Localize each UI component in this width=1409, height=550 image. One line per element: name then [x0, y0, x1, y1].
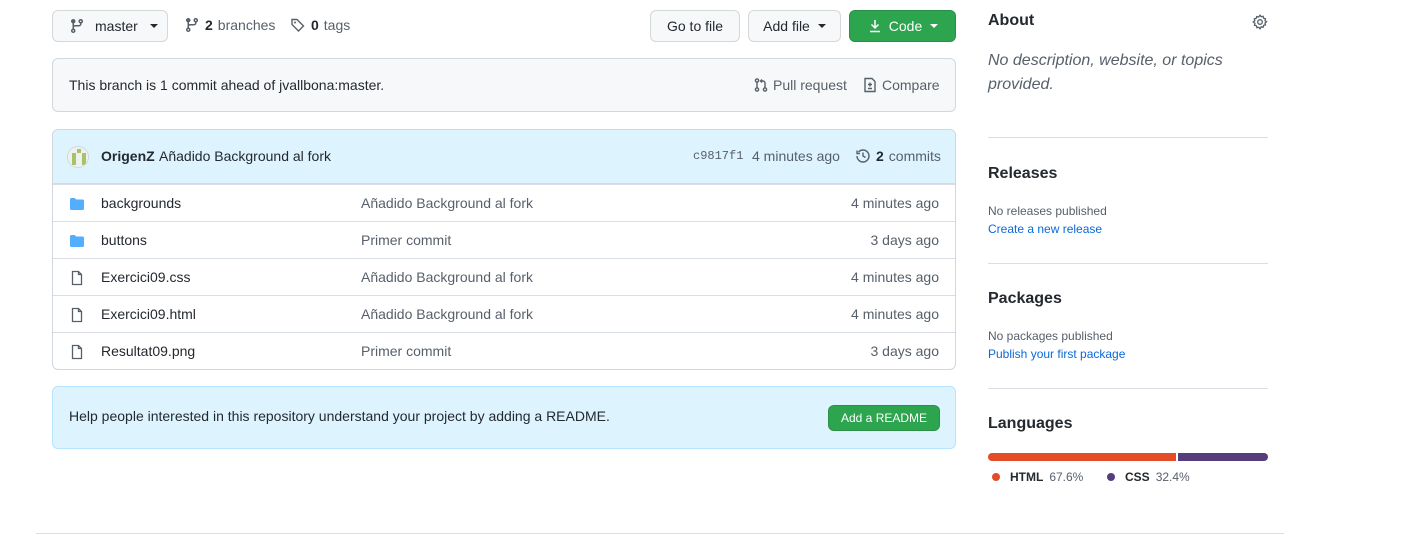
language-name: HTML: [1010, 470, 1044, 484]
file-name[interactable]: Resultat09.png: [101, 343, 195, 359]
file-row[interactable]: backgrounds Añadido Background al fork 4…: [53, 184, 955, 221]
pull-request-icon: [754, 78, 768, 92]
divider: [988, 388, 1268, 389]
file-commit-time: 4 minutes ago: [851, 269, 939, 285]
file-row[interactable]: Exercici09.html Añadido Background al fo…: [53, 295, 955, 332]
file-name[interactable]: Exercici09.css: [101, 269, 190, 285]
releases-heading[interactable]: Releases: [988, 165, 1057, 183]
branch-name: master: [95, 18, 138, 34]
file-name[interactable]: backgrounds: [101, 195, 181, 211]
download-icon: [869, 20, 880, 33]
branch-select-button[interactable]: master: [52, 10, 168, 42]
go-to-file-label: Go to file: [666, 18, 724, 34]
branches-count: 2: [205, 17, 213, 33]
divider: [988, 137, 1268, 138]
commits-label: commits: [888, 148, 941, 164]
file-commit-message[interactable]: Añadido Background al fork: [361, 306, 533, 322]
latest-commit-bar: OrigenZ Añadido Background al fork c9817…: [53, 130, 955, 184]
git-branch-icon: [186, 17, 198, 33]
file-commit-message[interactable]: Añadido Background al fork: [361, 269, 533, 285]
compare-label: Compare: [882, 77, 940, 93]
language-dot: [992, 473, 1000, 481]
chevron-down-icon: [930, 24, 939, 28]
add-file-label: Add file: [763, 18, 810, 34]
commits-count: 2: [876, 148, 884, 164]
file-name[interactable]: Exercici09.html: [101, 306, 196, 322]
language-item-html[interactable]: HTML 67.6%: [992, 470, 1083, 484]
language-percent: 67.6%: [1049, 470, 1084, 484]
create-release-link[interactable]: Create a new release: [988, 222, 1102, 236]
language-bar-segment-css[interactable]: [1177, 453, 1268, 461]
compare-link[interactable]: Compare: [862, 77, 940, 93]
footer-divider: [36, 533, 1284, 534]
file-commit-message[interactable]: Primer commit: [361, 232, 451, 248]
avatar[interactable]: [67, 146, 89, 168]
history-icon: [856, 149, 870, 163]
git-branch-icon: [71, 18, 83, 34]
file-commit-time: 3 days ago: [870, 343, 940, 359]
file-name[interactable]: buttons: [101, 232, 147, 248]
branch-ahead-notice: This branch is 1 commit ahead of jvallbo…: [52, 58, 956, 112]
chevron-down-icon: [149, 24, 158, 28]
code-button[interactable]: Code: [849, 10, 956, 42]
languages-bar: [988, 453, 1268, 461]
file-commit-time: 4 minutes ago: [851, 306, 939, 322]
tags-link[interactable]: 0 tags: [290, 17, 350, 33]
commits-link[interactable]: 2 commits: [855, 148, 941, 164]
folder-icon: [70, 198, 84, 210]
languages-heading: Languages: [988, 415, 1073, 432]
add-readme-button[interactable]: Add a README: [828, 405, 941, 431]
tags-label: tags: [323, 17, 351, 33]
file-icon: [71, 270, 83, 286]
branches-label: branches: [217, 17, 276, 33]
commit-message[interactable]: Añadido Background al fork: [159, 148, 331, 164]
file-commit-time: 3 days ago: [870, 232, 940, 248]
pull-request-link[interactable]: Pull request: [753, 77, 847, 93]
tags-count: 0: [311, 17, 319, 33]
packages-heading[interactable]: Packages: [988, 290, 1062, 308]
file-icon: [71, 307, 83, 323]
language-dot: [1107, 473, 1115, 481]
code-label: Code: [888, 18, 923, 34]
commit-sha[interactable]: c9817f1: [693, 149, 743, 163]
releases-empty-text: No releases published: [988, 204, 1107, 218]
divider: [988, 263, 1268, 264]
language-bar-segment-html[interactable]: [988, 453, 1176, 461]
pull-request-label: Pull request: [773, 77, 847, 93]
file-diff-icon: [864, 77, 876, 93]
identicon-icon: [68, 147, 88, 167]
add-file-button[interactable]: Add file: [748, 10, 841, 42]
about-heading: About: [988, 12, 1035, 29]
branches-link[interactable]: 2 branches: [184, 17, 275, 33]
file-icon: [71, 344, 83, 360]
publish-package-link[interactable]: Publish your first package: [988, 347, 1125, 361]
about-description: No description, website, or topics provi…: [988, 52, 1223, 93]
commit-author[interactable]: OrigenZ: [101, 148, 155, 164]
chevron-down-icon: [817, 24, 826, 28]
language-name: CSS: [1125, 470, 1150, 484]
file-commit-time: 4 minutes ago: [851, 195, 939, 211]
tag-icon: [291, 18, 305, 32]
language-item-css[interactable]: CSS 32.4%: [1107, 470, 1190, 484]
file-row[interactable]: buttons Primer commit 3 days ago: [53, 221, 955, 258]
commit-time: 4 minutes ago: [752, 148, 840, 164]
branch-ahead-text: This branch is 1 commit ahead of jvallbo…: [69, 77, 385, 93]
readme-prompt: Help people interested in this repositor…: [52, 386, 956, 449]
file-row[interactable]: Resultat09.png Primer commit 3 days ago: [53, 332, 955, 369]
file-commit-message[interactable]: Añadido Background al fork: [361, 195, 533, 211]
language-percent: 32.4%: [1155, 470, 1190, 484]
file-list: OrigenZ Añadido Background al fork c9817…: [52, 129, 956, 370]
go-to-file-button[interactable]: Go to file: [650, 10, 740, 42]
folder-icon: [70, 235, 84, 247]
gear-icon[interactable]: [1252, 14, 1268, 30]
readme-prompt-text: Help people interested in this repositor…: [69, 408, 610, 424]
file-row[interactable]: Exercici09.css Añadido Background al for…: [53, 258, 955, 295]
packages-empty-text: No packages published: [988, 329, 1113, 343]
file-commit-message[interactable]: Primer commit: [361, 343, 451, 359]
